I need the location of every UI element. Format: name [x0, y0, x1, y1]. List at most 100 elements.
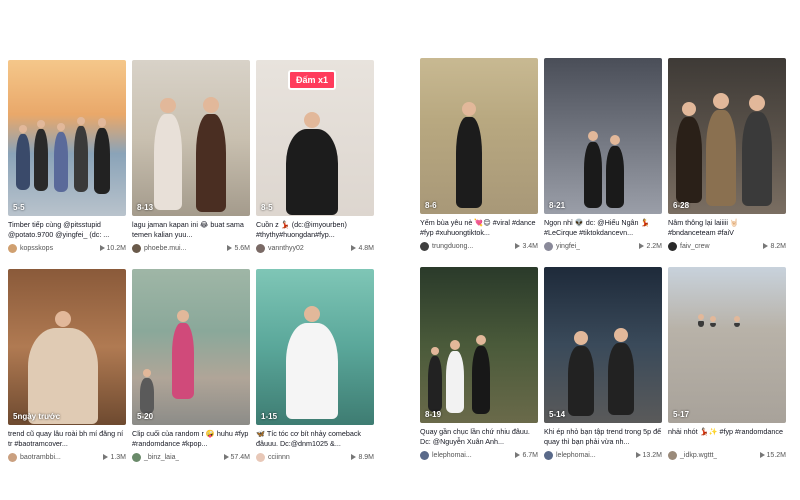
view-count: 5.6M	[227, 245, 250, 252]
video-author[interactable]: lelephomai...	[544, 450, 596, 460]
video-card[interactable]: 1-15 🦋 Tíc tóc cơ bít nhảy comeback đâuu…	[256, 269, 374, 462]
video-date-badge: 8-21	[549, 201, 566, 210]
person-head	[713, 93, 729, 109]
video-grid-right: 8-6 Yếm bùa yêu nè 💘😊 #viral #dance #fyp…	[420, 58, 786, 460]
author-name[interactable]: yingfei_	[556, 243, 580, 250]
video-caption[interactable]: Khi ép nhỏ bạn tập trend trong 5p để qua…	[544, 427, 662, 446]
view-count: 2.2M	[639, 243, 662, 250]
view-count: 15.2M	[759, 452, 786, 459]
avatar[interactable]	[544, 241, 553, 251]
author-name[interactable]: kopsskops	[20, 245, 53, 252]
author-name[interactable]: phoebe.mui...	[144, 245, 186, 252]
person-head	[176, 309, 190, 322]
avatar[interactable]	[256, 243, 265, 253]
person-figure	[94, 128, 110, 194]
video-card[interactable]: 8-6 Yếm bùa yêu nè 💘😊 #viral #dance #fyp…	[420, 58, 538, 251]
video-caption[interactable]: Clip cuối của random r 🤪 huhu #fyp #rand…	[132, 429, 250, 448]
video-card[interactable]: 5-20 Clip cuối của random r 🤪 huhu #fyp …	[132, 269, 250, 462]
video-thumbnail[interactable]: 8-21	[544, 58, 662, 214]
video-card[interactable]: 5-17 nhải nhót 💃🏻✨ #fyp #randomdance _id…	[668, 267, 786, 460]
video-caption[interactable]: Timber tiếp cùng @pitsstupid @potato.970…	[8, 220, 126, 239]
video-caption[interactable]: Quay gần chục lần chứ nhiu đâuu. Dc: @Ng…	[420, 427, 538, 446]
avatar[interactable]	[256, 452, 265, 462]
avatar[interactable]	[8, 243, 17, 253]
video-card[interactable]: 5ngày trước trend cũ quay lâu roài bh mí…	[8, 269, 126, 462]
view-count: 57.4M	[223, 454, 250, 461]
video-author[interactable]: phoebe.mui...	[132, 243, 186, 253]
video-thumbnail[interactable]: 8-13	[132, 60, 250, 216]
author-name[interactable]: trungduong...	[432, 243, 473, 250]
view-count: 8.2M	[763, 243, 786, 250]
video-thumbnail[interactable]: Đấm x1 8-5	[256, 60, 374, 216]
video-author[interactable]: trungduong...	[420, 241, 473, 251]
video-thumbnail[interactable]: 8-19	[420, 267, 538, 423]
person-head	[710, 316, 716, 322]
video-caption[interactable]: 🦋 Tíc tóc cơ bít nhảy comeback đâuuu. Dc…	[256, 429, 374, 448]
author-name[interactable]: vannthyy02	[268, 245, 304, 252]
video-card[interactable]: 6-28 Nâm thông lại laiiiii 🤘🏻 #bndancete…	[668, 58, 786, 251]
video-thumbnail[interactable]: 5ngày trước	[8, 269, 126, 425]
video-card[interactable]: Đấm x1 8-5 Cuồn z 💃🏻 (dc:@imyourben) #thy…	[256, 60, 374, 253]
video-meta: lelephomai... 13.2M	[544, 450, 662, 460]
video-card[interactable]: 8-13 lagu jaman kapan ini 😂 buat sama te…	[132, 60, 250, 253]
person-figure	[734, 323, 740, 327]
author-name[interactable]: cciinnn	[268, 454, 290, 461]
author-name[interactable]: lelephomai...	[556, 452, 596, 459]
video-author[interactable]: _idkp.wgttt_	[668, 450, 717, 460]
person-head	[143, 369, 151, 377]
avatar[interactable]	[132, 243, 141, 253]
video-author[interactable]: baotrambbi...	[8, 452, 61, 462]
video-card[interactable]: 5-5 Timber tiếp cùng @pitsstupid @potato…	[8, 60, 126, 253]
person-head	[37, 120, 45, 128]
person-head	[749, 95, 765, 111]
video-caption[interactable]: Nâm thông lại laiiiii 🤘🏻 #bndanceteam #f…	[668, 218, 786, 237]
avatar[interactable]	[132, 452, 141, 462]
play-icon	[515, 243, 521, 249]
video-thumbnail[interactable]: 1-15	[256, 269, 374, 425]
video-caption[interactable]: Ngọn nhỉ 👽 dc: @Hiếu Ngân 💃 #LeCirque #t…	[544, 218, 662, 237]
author-name[interactable]: baotrambbi...	[20, 454, 61, 461]
play-icon	[759, 452, 765, 458]
video-author[interactable]: yingfei_	[544, 241, 580, 251]
video-card[interactable]: 5-14 Khi ép nhỏ bạn tập trend trong 5p đ…	[544, 267, 662, 460]
video-thumbnail[interactable]: 5-14	[544, 267, 662, 423]
author-name[interactable]: faiv_crew	[680, 243, 710, 250]
person-head	[304, 112, 320, 128]
avatar[interactable]	[668, 450, 677, 460]
avatar[interactable]	[544, 450, 553, 460]
video-thumbnail[interactable]: 8-6	[420, 58, 538, 214]
person-figure	[16, 134, 30, 190]
video-caption[interactable]: Yếm bùa yêu nè 💘😊 #viral #dance #fyp #xu…	[420, 218, 538, 237]
avatar[interactable]	[8, 452, 17, 462]
person-figure	[698, 321, 704, 327]
view-count: 1.3M	[103, 454, 126, 461]
author-name[interactable]: _idkp.wgttt_	[680, 452, 717, 459]
video-author[interactable]: kopsskops	[8, 243, 53, 253]
view-count-text: 8.2M	[770, 242, 786, 250]
video-card[interactable]: 8-21 Ngọn nhỉ 👽 dc: @Hiếu Ngân 💃 #LeCirq…	[544, 58, 662, 251]
video-thumbnail[interactable]: 6-28	[668, 58, 786, 214]
author-name[interactable]: lelephomai...	[432, 452, 472, 459]
video-thumbnail[interactable]: 5-5	[8, 60, 126, 216]
avatar[interactable]	[420, 450, 429, 460]
video-author[interactable]: faiv_crew	[668, 241, 710, 251]
person-figure	[608, 343, 634, 415]
play-icon	[227, 245, 233, 251]
video-author[interactable]: cciinnn	[256, 452, 290, 462]
author-name[interactable]: _binz_laia_	[144, 454, 179, 461]
video-caption[interactable]: trend cũ quay lâu roài bh mí đăng ní tr …	[8, 429, 126, 448]
play-icon	[351, 245, 357, 251]
video-card[interactable]: 8-19 Quay gần chục lần chứ nhiu đâuu. Dc…	[420, 267, 538, 460]
person-figure	[172, 323, 194, 399]
video-author[interactable]: vannthyy02	[256, 243, 304, 253]
video-caption[interactable]: nhải nhót 💃🏻✨ #fyp #randomdance	[668, 427, 786, 446]
video-author[interactable]: _binz_laia_	[132, 452, 179, 462]
avatar[interactable]	[668, 241, 677, 251]
person-head	[57, 123, 65, 131]
video-thumbnail[interactable]: 5-17	[668, 267, 786, 423]
avatar[interactable]	[420, 241, 429, 251]
video-thumbnail[interactable]: 5-20	[132, 269, 250, 425]
video-caption[interactable]: Cuồn z 💃🏻 (dc:@imyourben) #thythy#huongd…	[256, 220, 374, 239]
video-author[interactable]: lelephomai...	[420, 450, 472, 460]
video-caption[interactable]: lagu jaman kapan ini 😂 buat sama temen k…	[132, 220, 250, 239]
